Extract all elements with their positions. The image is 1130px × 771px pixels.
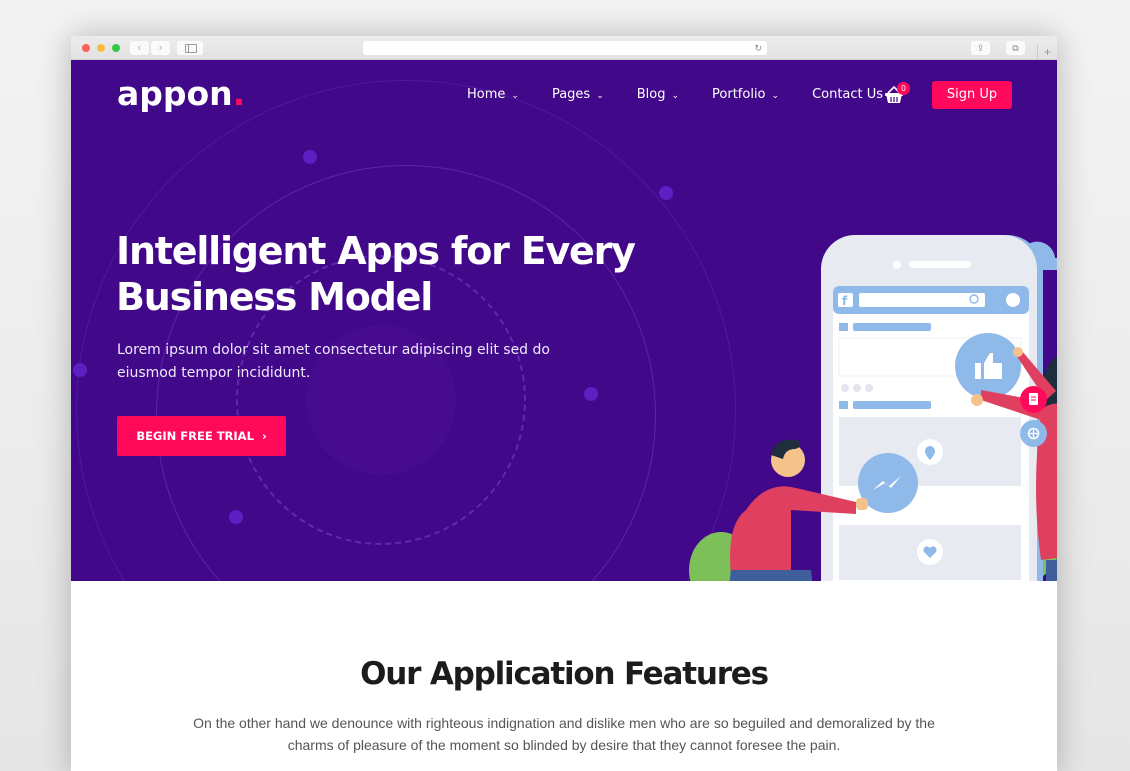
features-section: Our Application Features On the other ha… xyxy=(71,581,1057,771)
menu-label: Home xyxy=(467,87,506,102)
phone-camera xyxy=(893,261,901,269)
decorative-dot xyxy=(303,150,317,164)
decorative-dot xyxy=(73,363,87,377)
logo-text: appon xyxy=(117,74,233,113)
decorative-dot xyxy=(229,510,243,524)
minimize-window-button[interactable] xyxy=(97,44,105,52)
hero-subtitle: Lorem ipsum dolor sit amet consectetur a… xyxy=(117,342,550,381)
document-icon xyxy=(1029,393,1038,405)
plus-icon: + xyxy=(1043,45,1051,59)
hero-illustration: f xyxy=(689,235,1057,581)
share-icon: ⇪ xyxy=(976,43,985,53)
decorative-dot xyxy=(584,387,598,401)
chevron-left-icon: ‹ xyxy=(137,42,142,54)
cart-count-badge: 0 xyxy=(897,82,910,95)
chevron-right-icon: › xyxy=(158,42,163,54)
features-title: Our Application Features xyxy=(360,656,769,692)
main-menu: Home ⌄ Pages ⌄ Blog ⌄ Portfolio ⌄ Contact Us xyxy=(467,87,916,102)
tabs-icon: ⧉ xyxy=(1012,43,1019,53)
menu-label: Contact Us xyxy=(812,87,884,102)
profile-avatar-icon xyxy=(1006,293,1020,307)
close-window-button[interactable] xyxy=(82,44,90,52)
logo-dot: . xyxy=(232,74,246,113)
browser-window: ‹ › ↻ ⇪ ⧉ + appon. Home ⌄ Pages ⌄ Blog ⌄ Po… xyxy=(71,36,1057,771)
menu-item-home[interactable]: Home ⌄ xyxy=(467,87,519,102)
chevron-down-icon: ⌄ xyxy=(671,90,680,101)
forward-button[interactable]: › xyxy=(151,41,170,55)
chevron-down-icon: ⌄ xyxy=(596,90,604,101)
tab-overview-button[interactable]: ⧉ xyxy=(1006,41,1025,55)
sign-up-button[interactable]: Sign Up xyxy=(932,81,1012,109)
phone-speaker xyxy=(909,261,971,268)
chevron-down-icon: ⌄ xyxy=(771,90,780,101)
reload-icon[interactable]: ↻ xyxy=(754,41,762,55)
cta-label: BEGIN FREE TRIAL xyxy=(136,429,254,443)
main-navbar: appon. Home ⌄ Pages ⌄ Blog ⌄ Portfolio ⌄ Con… xyxy=(71,60,1057,132)
document-floating-button[interactable] xyxy=(1020,386,1047,413)
features-description: On the other hand we denounce with right… xyxy=(193,715,935,753)
svg-text:f: f xyxy=(842,294,848,308)
menu-label: Portfolio xyxy=(712,87,766,102)
menu-label: Blog xyxy=(636,87,666,102)
menu-item-contact-us[interactable]: Contact Us xyxy=(812,87,883,102)
chevron-down-icon: ⌄ xyxy=(511,90,519,101)
menu-item-portfolio[interactable]: Portfolio ⌄ xyxy=(712,87,779,102)
menu-item-pages[interactable]: Pages ⌄ xyxy=(552,87,604,102)
sidebar-toggle-button[interactable] xyxy=(177,41,203,55)
menu-label: Pages xyxy=(551,87,591,102)
hero-section: appon. Home ⌄ Pages ⌄ Blog ⌄ Portfolio ⌄ Con… xyxy=(71,60,1057,581)
address-bar[interactable]: ↻ xyxy=(363,41,767,55)
hero-title: Intelligent Apps for Every Business Mode… xyxy=(116,229,636,319)
share-button[interactable]: ⇪ xyxy=(971,41,990,55)
chevron-right-icon: › xyxy=(261,429,267,443)
maximize-window-button[interactable] xyxy=(112,44,120,52)
logo[interactable]: appon. xyxy=(117,74,245,113)
browser-toolbar: ‹ › ↻ ⇪ ⧉ + xyxy=(71,36,1057,60)
begin-free-trial-button[interactable]: BEGIN FREE TRIAL › xyxy=(117,416,286,456)
app-search-box xyxy=(859,293,985,307)
new-tab-button[interactable]: + xyxy=(1037,44,1057,60)
back-button[interactable]: ‹ xyxy=(130,41,149,55)
globe-icon xyxy=(1027,427,1040,440)
menu-item-blog[interactable]: Blog ⌄ xyxy=(637,87,679,102)
globe-floating-button[interactable] xyxy=(1020,420,1047,447)
